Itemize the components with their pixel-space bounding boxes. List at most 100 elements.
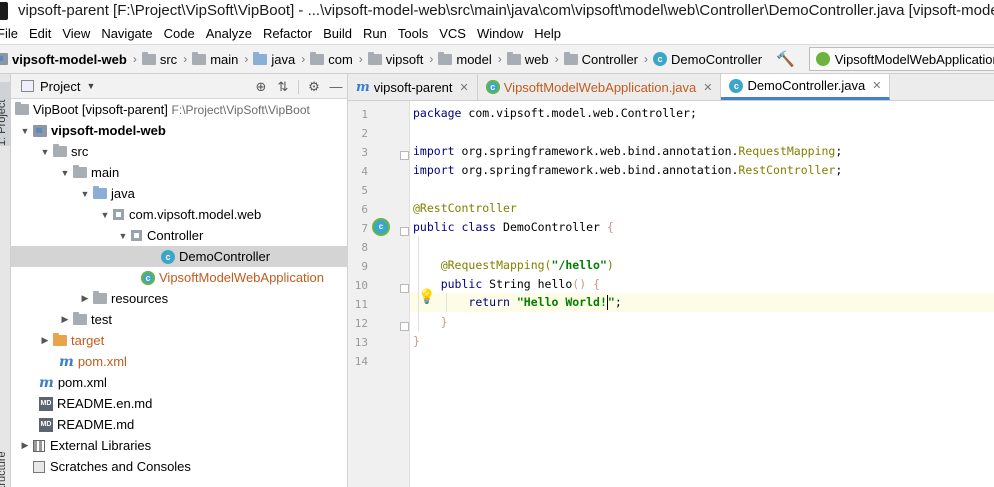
project-panel-toolbar: ⊕ ⇅ ⚙ — — [250, 74, 347, 99]
package-icon — [113, 209, 124, 220]
folder-icon — [563, 51, 578, 65]
tree-item-controller[interactable]: ▼ Controller — [11, 225, 348, 246]
breadcrumb-democontroller[interactable]: c DemoController — [653, 45, 762, 73]
tree-item-package[interactable]: ▼ com.vipsoft.model.web — [11, 204, 348, 225]
menu-window[interactable]: Window — [471, 26, 528, 41]
menu-navigate[interactable]: Navigate — [95, 26, 157, 41]
fold-marker[interactable] — [400, 322, 409, 331]
collapse-all-icon[interactable]: ⇅ — [272, 79, 294, 95]
tree-item-vipboot[interactable]: VipBoot [vipsoft-parent] F:\Project\VipS… — [11, 99, 348, 120]
locate-icon[interactable]: ⊕ — [250, 79, 272, 95]
chevron-right-icon: › — [429, 52, 434, 66]
fold-marker[interactable] — [400, 227, 409, 236]
breadcrumb-module[interactable]: vipsoft-model-web — [0, 45, 127, 73]
hide-icon[interactable]: — — [325, 79, 347, 94]
code-line-4: import org.springframework.web.bind.anno… — [413, 163, 843, 177]
tree-item-vipsoft-model-web[interactable]: ▼ vipsoft-model-web — [11, 120, 348, 141]
tree-item-readme-en[interactable]: MD README.en.md — [11, 393, 348, 414]
title-bar: vipsoft-parent [F:\Project\VipSoft\VipBo… — [0, 0, 994, 22]
chevron-down-icon[interactable]: ▼ — [86, 81, 95, 91]
code-area[interactable]: 💡 package com.vipsoft.model.web.Controll… — [410, 101, 994, 487]
breadcrumb-com[interactable]: com — [310, 45, 353, 73]
class-icon: c — [729, 78, 744, 93]
run-configuration-selector[interactable]: VipsoftModelWebApplication — [808, 47, 994, 71]
tree-item-java[interactable]: ▼ java — [11, 183, 348, 204]
tree-item-main[interactable]: ▼ main — [11, 162, 348, 183]
menu-build[interactable]: Build — [317, 26, 357, 41]
menu-vcs[interactable]: VCS — [433, 26, 471, 41]
menu-view[interactable]: View — [56, 26, 95, 41]
menu-help[interactable]: Help — [528, 26, 566, 41]
line-number: 14 — [354, 355, 368, 368]
breadcrumb-model[interactable]: model — [438, 45, 492, 73]
tab-vipsoftmodelwebapplication[interactable]: c VipsoftModelWebApplication.java ✕ — [478, 74, 722, 100]
close-icon[interactable]: ✕ — [460, 81, 469, 94]
tree-item-democontroller[interactable]: c DemoController — [11, 246, 348, 267]
breadcrumb-main[interactable]: main — [192, 45, 238, 73]
code-line-13: } — [413, 334, 420, 348]
tree-item-src[interactable]: ▼ src — [11, 141, 348, 162]
chevron-right-icon[interactable]: ▶ — [57, 314, 73, 325]
tree-item-vipsoftmodelwebapplication[interactable]: c VipsoftModelWebApplication — [11, 267, 348, 288]
chevron-down-icon[interactable]: ▼ — [37, 147, 53, 157]
tab-vipsoft-parent[interactable]: m vipsoft-parent ✕ — [348, 74, 478, 100]
chevron-down-icon[interactable]: ▼ — [115, 231, 131, 241]
editor: m vipsoft-parent ✕ c VipsoftModelWebAppl… — [348, 74, 994, 487]
tree-item-resources[interactable]: ▶ resources — [11, 288, 348, 309]
menu-code[interactable]: Code — [158, 26, 200, 41]
code-line-1: package com.vipsoft.model.web.Controller… — [413, 106, 697, 120]
tree-item-scratches[interactable]: Scratches and Consoles — [11, 456, 348, 477]
chevron-right-icon[interactable]: ▶ — [37, 335, 53, 346]
spring-class-icon: c — [141, 270, 155, 285]
tree-item-readme[interactable]: MD README.md — [11, 414, 348, 435]
tree-item-external-libraries[interactable]: ▶ External Libraries — [11, 435, 348, 456]
chevron-right-icon: › — [358, 52, 363, 66]
menu-refactor[interactable]: Refactor — [257, 26, 317, 41]
chevron-right-icon[interactable]: ▶ — [77, 293, 93, 304]
menu-run[interactable]: Run — [357, 26, 392, 41]
tree-item-target[interactable]: ▶ target — [11, 330, 348, 351]
menu-bar: File Edit View Navigate Code Analyze Ref… — [0, 22, 994, 44]
code-line-7: public class DemoController { — [413, 220, 614, 234]
tab-democontroller[interactable]: c DemoController.java ✕ — [721, 74, 891, 100]
line-number: 4 — [361, 165, 368, 178]
chevron-down-icon[interactable]: ▼ — [77, 189, 93, 199]
chevron-down-icon[interactable]: ▼ — [17, 126, 33, 136]
chevron-down-icon[interactable]: ▼ — [97, 210, 113, 220]
menu-edit[interactable]: Edit — [23, 26, 56, 41]
line-number: 6 — [361, 203, 368, 216]
close-icon[interactable]: ✕ — [703, 81, 712, 94]
breadcrumb-src[interactable]: src — [141, 45, 177, 73]
project-tool-window-button[interactable]: 1: Project — [0, 82, 10, 146]
breadcrumb-controller[interactable]: Controller — [563, 45, 638, 73]
chevron-right-icon[interactable]: ▶ — [17, 440, 33, 451]
spring-bean-gutter-icon[interactable]: c — [374, 220, 388, 234]
folder-icon — [367, 51, 382, 65]
menu-tools[interactable]: Tools — [392, 26, 433, 41]
chevron-right-icon: › — [301, 52, 306, 66]
close-icon[interactable]: ✕ — [872, 79, 881, 92]
code-line-9: @RequestMapping("/hello") — [440, 258, 614, 272]
structure-tool-window-button[interactable]: Structure — [0, 436, 10, 487]
line-number: 10 — [354, 279, 368, 292]
breadcrumb-java[interactable]: java — [253, 45, 295, 73]
excluded-folder-icon — [53, 333, 67, 346]
tree-item-module-pom[interactable]: m pom.xml — [11, 351, 348, 372]
gear-icon[interactable]: ⚙ — [303, 79, 325, 95]
project-view-selector[interactable]: Project — [40, 79, 80, 94]
folder-icon — [53, 144, 67, 157]
window-title: vipsoft-parent [F:\Project\VipSoft\VipBo… — [18, 2, 994, 19]
tree-item-test[interactable]: ▶ test — [11, 309, 348, 330]
breadcrumb-vipsoft[interactable]: vipsoft — [367, 45, 423, 73]
menu-analyze[interactable]: Analyze — [200, 26, 257, 41]
tree-item-root-pom[interactable]: m pom.xml — [11, 372, 348, 393]
chevron-down-icon[interactable]: ▼ — [57, 168, 73, 178]
chevron-right-icon: › — [497, 52, 502, 66]
fold-marker[interactable] — [400, 151, 409, 160]
line-number: 13 — [354, 336, 368, 349]
editor-gutter[interactable]: 1 2 3 4 5 6 7 8 9 10 11 12 13 14 c — [348, 101, 410, 487]
breadcrumb-web[interactable]: web — [506, 45, 549, 73]
menu-file[interactable]: File — [0, 26, 23, 41]
fold-marker[interactable] — [400, 284, 409, 293]
build-hammer-icon[interactable]: 🔨 — [776, 50, 795, 68]
